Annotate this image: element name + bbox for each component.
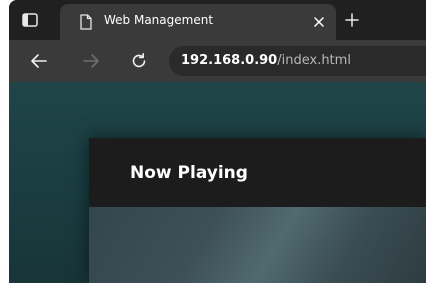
back-arrow-icon	[31, 54, 47, 68]
plus-icon	[345, 13, 359, 27]
refresh-button[interactable]	[127, 49, 151, 73]
tab-web-management[interactable]: Web Management	[60, 4, 336, 40]
page-icon	[80, 14, 92, 30]
page-content: Now Playing	[9, 82, 426, 283]
tab-strip: Web Management	[9, 0, 426, 40]
forward-arrow-icon	[83, 54, 99, 68]
tab-title: Web Management	[104, 13, 214, 27]
back-button[interactable]	[27, 49, 51, 73]
now-playing-title: Now Playing	[130, 163, 248, 183]
browser-window: Web Management 192.168.0.90/index.html N…	[9, 0, 426, 283]
now-playing-media	[89, 207, 426, 283]
address-bar[interactable]: 192.168.0.90/index.html	[169, 46, 426, 76]
screenshot: Web Management 192.168.0.90/index.html N…	[0, 0, 426, 283]
url-path: /index.html	[277, 53, 351, 68]
tab-actions-icon	[22, 13, 38, 27]
now-playing-card: Now Playing	[89, 138, 426, 283]
close-tab-button[interactable]	[309, 12, 329, 32]
new-tab-button[interactable]	[340, 8, 364, 32]
refresh-icon	[132, 53, 146, 68]
browser-toolbar: 192.168.0.90/index.html	[9, 40, 426, 82]
url-host: 192.168.0.90	[181, 53, 278, 68]
tab-actions-button[interactable]	[17, 8, 43, 32]
forward-button[interactable]	[79, 49, 103, 73]
url-text: 192.168.0.90/index.html	[181, 53, 351, 68]
close-icon	[314, 17, 324, 27]
